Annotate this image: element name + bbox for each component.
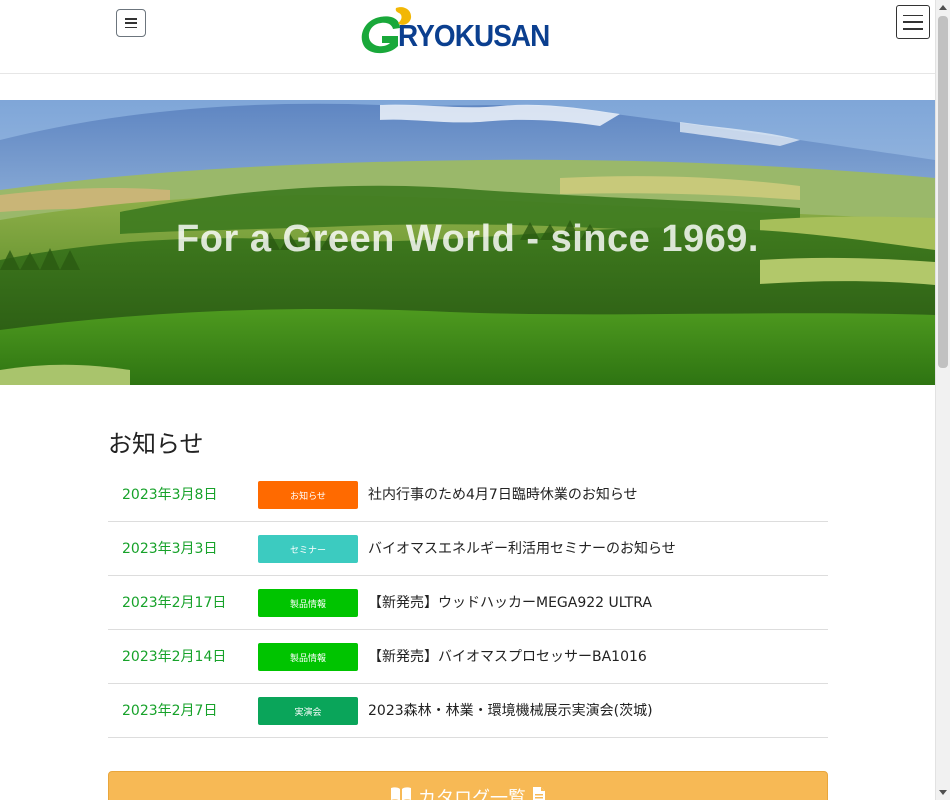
news-section-title: お知らせ [108,430,204,458]
catalog-list-label: カタログ一覧 [418,788,526,800]
hero-banner: For a Green World - since 1969. [0,100,935,385]
news-item[interactable]: 2023年2月14日 製品情報 【新発売】バイオマスプロセッサーBA1016 [108,630,828,684]
hero-tagline: For a Green World - since 1969. [176,218,759,260]
news-item[interactable]: 2023年3月8日 お知らせ 社内行事のため4月7日臨時休業のお知らせ [108,468,828,522]
site-header: RYOKUSAN [0,0,935,74]
news-link[interactable]: バイオマスエネルギー利活用セミナーのお知らせ [368,522,676,576]
site-logo[interactable]: RYOKUSAN [356,6,566,56]
catalog-list-button[interactable]: カタログ一覧 [108,771,828,800]
main-menu-toggle-button[interactable] [896,5,930,39]
news-date: 2023年3月8日 [122,487,218,503]
document-icon [532,786,546,800]
news-category-badge: 製品情報 [258,643,358,671]
small-menu-toggle-button[interactable] [116,9,146,37]
logo-text: RYOKUSAN [398,18,550,53]
scroll-up-arrow-icon[interactable] [939,5,947,10]
scroll-down-arrow-icon[interactable] [939,790,947,795]
news-date: 2023年2月17日 [122,595,227,611]
news-link[interactable]: 社内行事のため4月7日臨時休業のお知らせ [368,468,638,522]
news-item[interactable]: 2023年2月17日 製品情報 【新発売】ウッドハッカーMEGA922 ULTR… [108,576,828,630]
page: RYOKUSAN For a Green World - since 1969.… [0,0,935,800]
news-category-badge: 製品情報 [258,589,358,617]
news-category-badge: お知らせ [258,481,358,509]
hamburger-icon [903,14,923,30]
news-date: 2023年3月3日 [122,541,218,557]
news-date: 2023年2月14日 [122,649,227,665]
news-section: お知らせ 2023年3月8日 お知らせ 社内行事のため4月7日臨時休業のお知らせ… [108,420,828,738]
page-scrollbar[interactable] [935,0,950,800]
news-category-badge: 実演会 [258,697,358,725]
news-item[interactable]: 2023年2月7日 実演会 2023森林・林業・環境機械展示実演会(茨城) [108,684,828,738]
news-date: 2023年2月7日 [122,703,218,719]
news-link[interactable]: 【新発売】バイオマスプロセッサーBA1016 [368,630,647,684]
news-link[interactable]: 2023森林・林業・環境機械展示実演会(茨城) [368,684,653,738]
scrollbar-thumb[interactable] [938,16,948,368]
news-category-badge: セミナー [258,535,358,563]
news-item[interactable]: 2023年3月3日 セミナー バイオマスエネルギー利活用セミナーのお知らせ [108,522,828,576]
news-link[interactable]: 【新発売】ウッドハッカーMEGA922 ULTRA [368,576,652,630]
book-icon [390,786,412,800]
hamburger-icon [125,18,137,28]
